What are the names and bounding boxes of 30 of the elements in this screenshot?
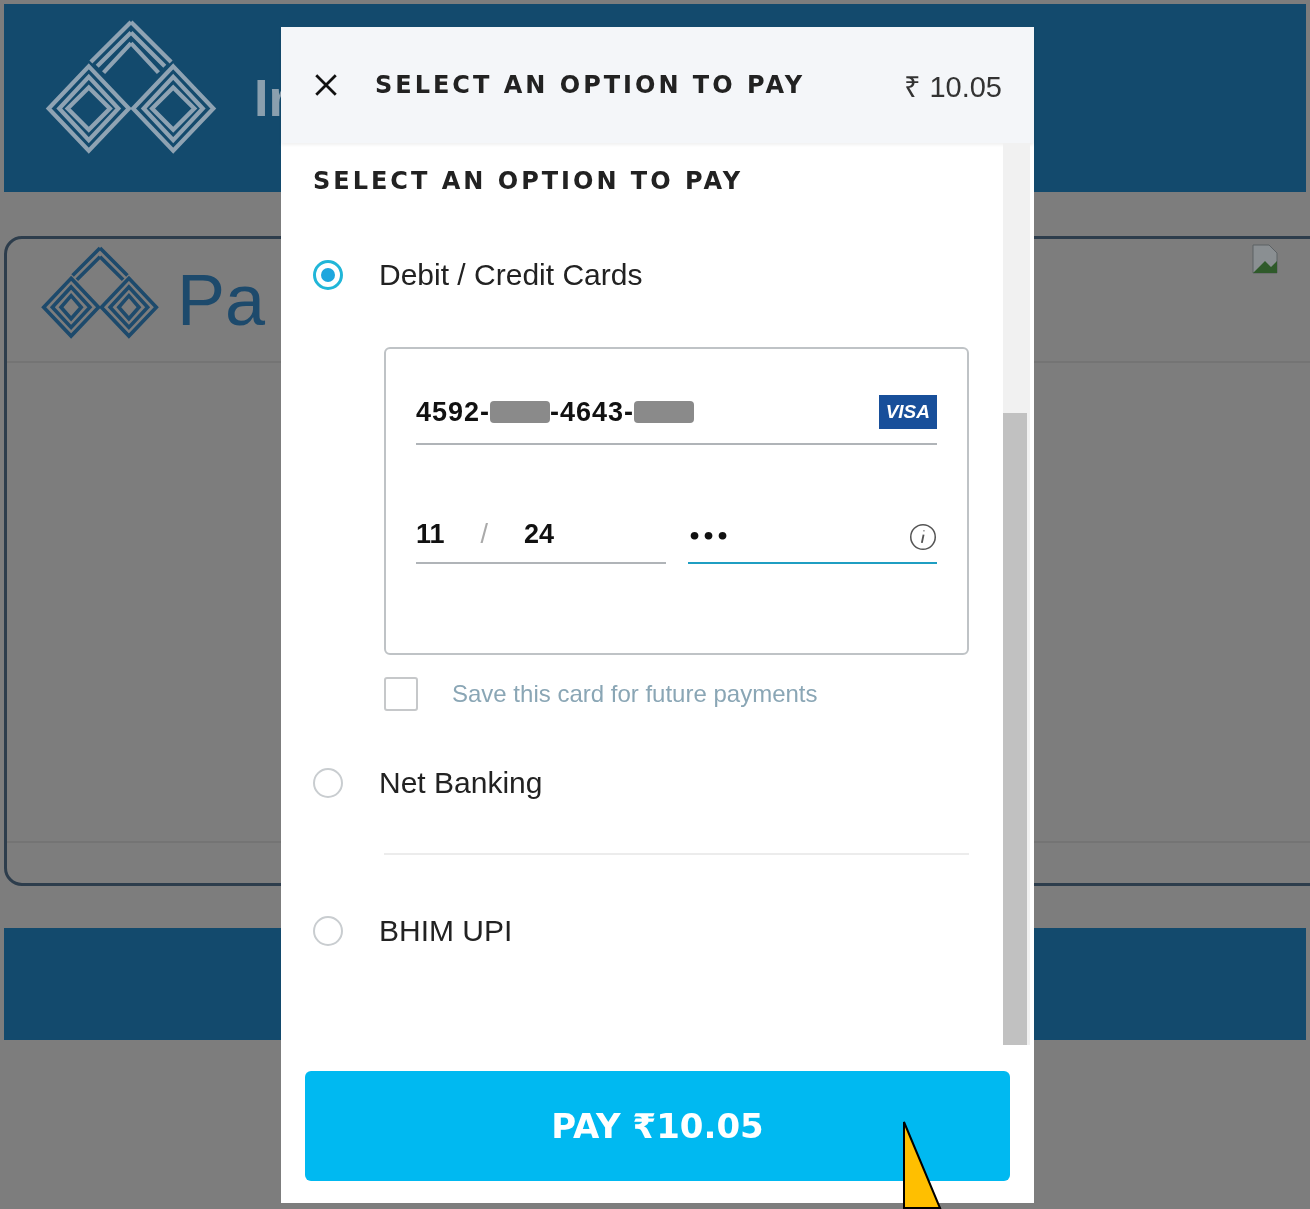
card-number-field[interactable]: 4592- -4643- VISA — [416, 395, 937, 445]
cursor-icon — [902, 1120, 942, 1209]
card-number-digits: -4643- — [550, 396, 635, 428]
close-button[interactable] — [313, 72, 339, 98]
expiry-field[interactable]: 11 / 24 — [416, 519, 666, 564]
expiry-separator: / — [480, 519, 489, 550]
option-label[interactable]: Net Banking — [379, 766, 543, 800]
expiry-year: 24 — [524, 519, 555, 550]
info-icon[interactable] — [909, 522, 937, 551]
card-brand-logo: VISA — [878, 395, 937, 429]
page-title: Pa — [177, 259, 266, 341]
option-label[interactable]: BHIM UPI — [379, 914, 513, 948]
cvv-field[interactable]: ••• — [687, 519, 937, 564]
scrollbar[interactable] — [1003, 143, 1030, 1045]
scrollbar-thumb[interactable] — [1003, 413, 1027, 1045]
checkbox[interactable] — [384, 677, 418, 711]
card-number-digits: 4592- — [416, 396, 491, 428]
dialog-title: SELECT AN OPTION TO PAY — [375, 71, 807, 99]
radio-button[interactable] — [313, 260, 343, 290]
amount: ₹ 10.05 — [904, 69, 1002, 105]
close-icon — [313, 72, 339, 98]
redaction-block — [490, 401, 551, 423]
radio-button[interactable] — [313, 916, 343, 946]
broken-image-icon — [1249, 243, 1281, 275]
radio-button[interactable] — [313, 768, 343, 798]
section-title: SELECT AN OPTION TO PAY — [313, 167, 745, 195]
cvv-value: ••• — [687, 524, 730, 549]
option-label[interactable]: Debit / Credit Cards — [379, 258, 643, 292]
redaction-block — [634, 401, 695, 423]
expiry-month: 11 — [416, 519, 445, 550]
